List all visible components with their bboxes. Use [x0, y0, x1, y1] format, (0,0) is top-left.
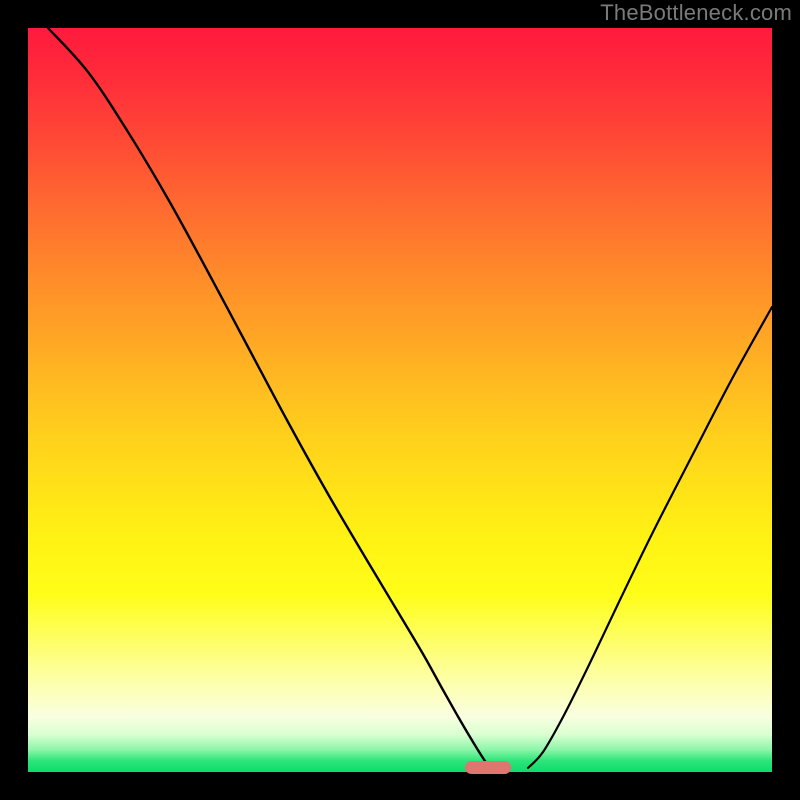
right-curve [528, 307, 772, 768]
optimal-zone-marker [465, 761, 511, 774]
watermark-text: TheBottleneck.com [600, 0, 792, 26]
left-curve [48, 28, 490, 768]
chart-plot-area [28, 28, 772, 772]
chart-svg [28, 28, 772, 772]
